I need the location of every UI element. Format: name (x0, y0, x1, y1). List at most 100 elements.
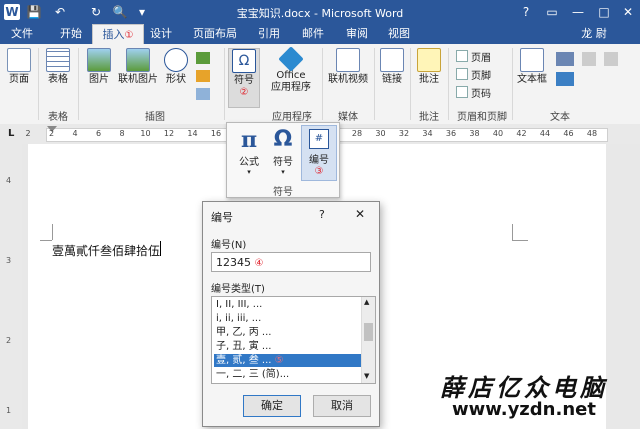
tab-selector[interactable]: L (8, 128, 14, 139)
scroll-down-icon[interactable]: ▼ (364, 372, 369, 380)
ribbon-tabs: 文件 开始 插入① 设计 页面布局 引用 邮件 审阅 视图 龙 尉 (0, 24, 640, 45)
tab-file[interactable]: 文件 (0, 24, 44, 44)
tab-insert-label: 插入 (102, 28, 125, 41)
comment-button[interactable]: 批注 (414, 48, 444, 86)
scroll-thumb[interactable] (364, 323, 373, 341)
page-number-button[interactable]: 页码 (456, 86, 491, 100)
chart-icon[interactable] (196, 70, 210, 82)
step-marker-5: ⑤ (274, 355, 284, 366)
watermark-url: www.yzdn.net (452, 399, 596, 420)
vruler-mark: 3 (6, 256, 12, 265)
group-apps: 应用程序 (272, 112, 312, 123)
step-marker-3: ③ (314, 166, 324, 177)
list-item-selected[interactable]: 壹, 贰, 叁 ... ⑤ (214, 354, 362, 367)
page-number-icon (456, 86, 468, 98)
tab-view[interactable]: 视图 (384, 24, 414, 44)
vruler-mark: 4 (6, 176, 12, 185)
tab-mailings[interactable]: 邮件 (298, 24, 328, 44)
tab-home[interactable]: 开始 (54, 24, 88, 44)
divider (512, 48, 513, 120)
ruler-mark: 34 (422, 129, 433, 138)
smartart-icon[interactable] (196, 52, 210, 64)
help-icon[interactable]: ? (514, 2, 538, 22)
header-button[interactable]: 页眉 (456, 50, 491, 64)
ruler-mark: 6 (95, 129, 102, 138)
quick-parts-icon[interactable] (556, 52, 574, 66)
dialog-help-icon[interactable]: ? (319, 208, 325, 221)
footer-button[interactable]: 页脚 (456, 68, 491, 82)
symbol-button[interactable]: Ω 符号 ② (228, 48, 260, 108)
close-icon[interactable]: ✕ (616, 2, 640, 22)
table-button[interactable]: 表格 (42, 48, 74, 86)
tab-review[interactable]: 审阅 (342, 24, 372, 44)
ruler-mark: 30 (375, 129, 386, 138)
ribbon-display-icon[interactable]: ▭ (540, 2, 564, 22)
ruler-mark: 14 (187, 129, 198, 138)
ok-button[interactable]: 确定 (243, 395, 301, 417)
scroll-up-icon[interactable]: ▲ (364, 298, 369, 306)
number-label: 编号 (309, 155, 329, 166)
picture-label: 图片 (89, 74, 109, 85)
symbol-menu-button[interactable]: Ω 符号 ▾ (267, 127, 299, 176)
video-icon (336, 48, 360, 72)
user-name[interactable]: 龙 尉 (574, 24, 614, 44)
divider (448, 48, 449, 120)
step-marker-4: ④ (254, 258, 264, 269)
list-item[interactable]: i, ii, iii, ... (214, 312, 362, 325)
divider (38, 48, 39, 120)
tab-design[interactable]: 设计 (146, 24, 176, 44)
equation-label: 公式 (239, 157, 259, 168)
list-scrollbar[interactable]: ▲ ▼ (361, 297, 375, 383)
vruler-mark: 1 (6, 406, 12, 415)
signature-icon[interactable] (582, 52, 596, 66)
online-picture-button[interactable]: 联机图片 (116, 48, 160, 86)
omega-large-icon: Ω (273, 127, 293, 152)
wordart-icon[interactable] (556, 72, 574, 86)
minimize-icon[interactable]: — (566, 2, 590, 22)
omega-icon: Ω (232, 49, 256, 73)
tab-layout[interactable]: 页面布局 (188, 24, 242, 44)
tab-references[interactable]: 引用 (254, 24, 284, 44)
list-item[interactable]: 子, 丑, 寅 ... (214, 340, 362, 353)
number-type-list[interactable]: I, II, III, ... i, ii, iii, ... 甲, 乙, 丙 … (211, 296, 376, 384)
number-button[interactable]: # 编号 ③ (301, 125, 337, 181)
number-type-label: 编号类型(T) (211, 284, 265, 295)
margin-corner (512, 240, 528, 241)
link-button[interactable]: 链接 (378, 48, 406, 86)
list-item[interactable]: I, II, III, ... (214, 298, 362, 311)
screenshot-icon[interactable] (196, 88, 210, 100)
equation-button[interactable]: π 公式 ▾ (233, 127, 265, 176)
ruler-mark: 2 (25, 129, 31, 138)
datetime-icon[interactable] (604, 52, 618, 66)
cancel-button[interactable]: 取消 (313, 395, 371, 417)
tab-insert[interactable]: 插入① (92, 24, 144, 45)
divider (78, 48, 79, 120)
shapes-button[interactable]: 形状 (162, 48, 190, 86)
online-video-button[interactable]: 联机视频 (326, 48, 370, 86)
office-apps-button[interactable]: Office 应用程序 (266, 46, 316, 94)
title-bar: W 💾 ↶ ↻ 🔍 ▾ 宝宝知识.docx - Microsoft Word ?… (0, 0, 640, 24)
number-input[interactable]: 12345 ④ (211, 252, 371, 272)
picture-button[interactable]: 图片 (84, 48, 114, 86)
ruler-mark: 46 (563, 129, 574, 138)
group-text: 文本 (550, 112, 570, 123)
footer-label: 页脚 (471, 71, 491, 82)
group-tables: 表格 (48, 112, 68, 123)
shapes-icon (164, 48, 188, 72)
step-marker-2: ② (239, 87, 249, 98)
list-item[interactable]: 一, 二, 三 (简)... (214, 368, 362, 381)
group-header-footer: 页眉和页脚 (457, 112, 507, 123)
symbol-label: 符号 (234, 75, 254, 86)
dialog-close-icon[interactable]: ✕ (355, 207, 365, 221)
list-item[interactable]: 甲, 乙, 丙 ... (214, 326, 362, 339)
document-text[interactable]: 壹萬貳仟叁佰肆拾伍 (52, 242, 160, 259)
maximize-icon[interactable]: □ (592, 2, 616, 22)
textbox-button[interactable]: 文本框 (514, 48, 550, 86)
number-field-label: 编号(N) (211, 240, 247, 251)
margin-corner (52, 224, 53, 240)
ruler-mark: 38 (469, 129, 480, 138)
page-button[interactable]: 页面 (4, 48, 34, 86)
symbol-menu-label: 符号 (273, 157, 293, 168)
ruler-mark: 28 (351, 129, 363, 138)
ruler-mark: 12 (163, 129, 175, 138)
